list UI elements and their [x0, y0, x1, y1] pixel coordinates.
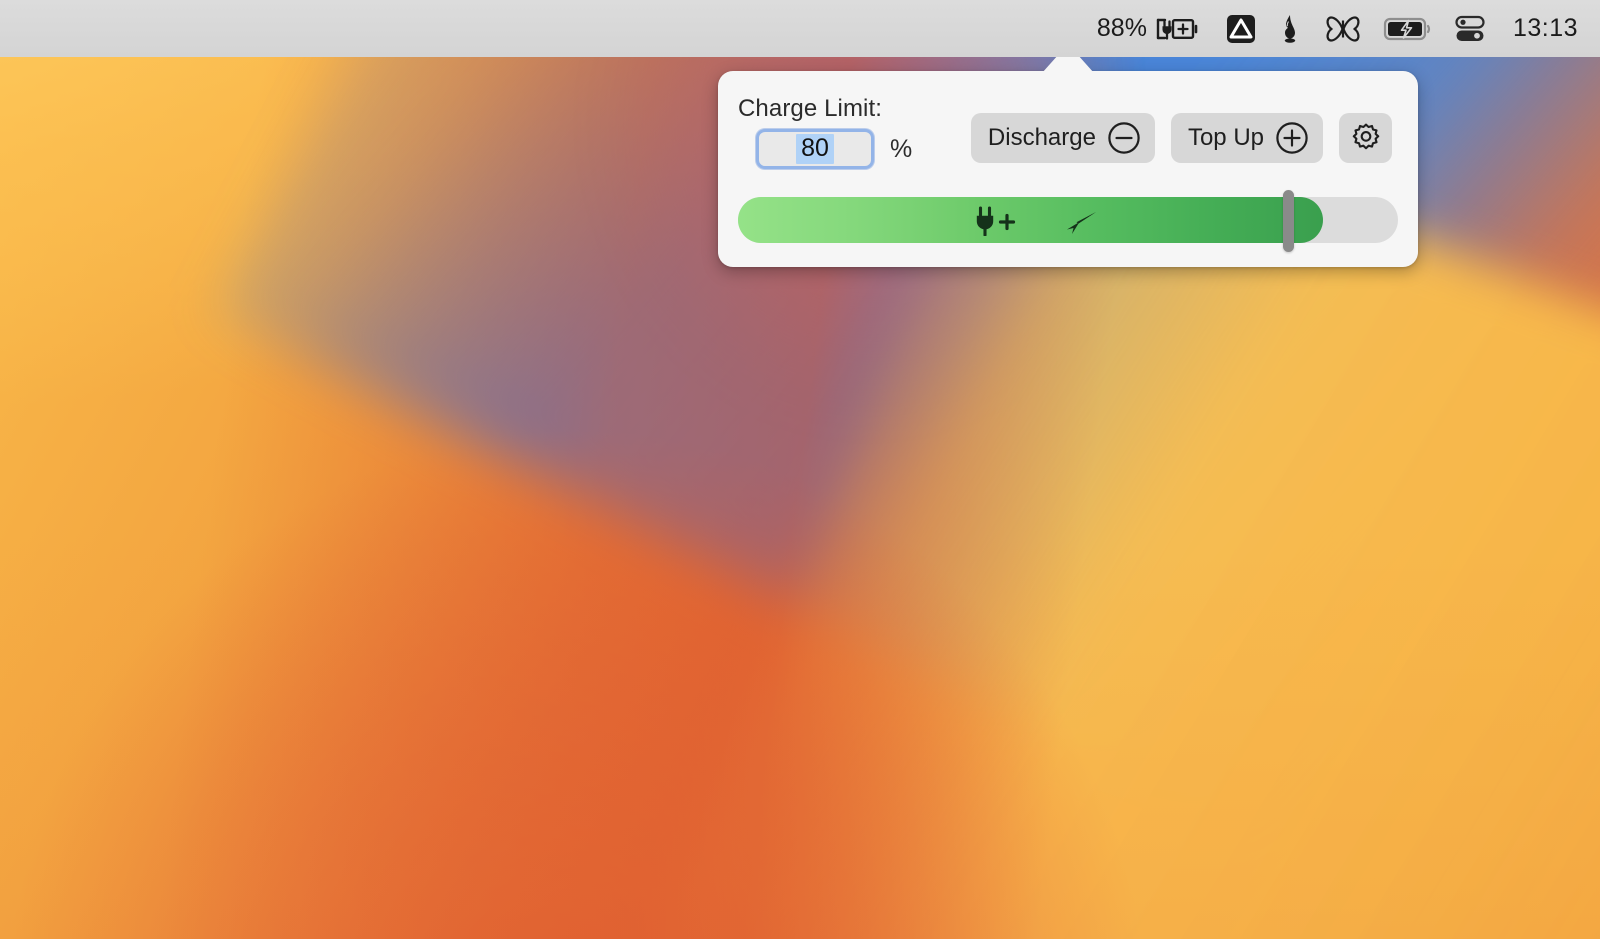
status-item-alttab[interactable]: [1215, 8, 1267, 50]
popover-action-buttons: Discharge Top Up: [970, 113, 1392, 163]
flame-drop-icon: [1284, 14, 1296, 43]
control-center-icon: [1455, 15, 1485, 41]
discharge-button[interactable]: Discharge: [970, 113, 1155, 163]
top-up-button[interactable]: Top Up: [1170, 113, 1323, 163]
popover-content: Charge Limit: 80 % Discharge Top Up: [718, 71, 1418, 267]
battery-percent-label: 88%: [1096, 14, 1147, 42]
menu-bar-clock[interactable]: 13:13: [1497, 8, 1582, 50]
butterfly-icon: [1326, 15, 1360, 42]
charge-limit-input[interactable]: 80: [756, 129, 874, 169]
charge-limit-slider[interactable]: [738, 190, 1398, 252]
plus-circle-icon: [1276, 122, 1308, 154]
menu-bar-status-items: 88% 13:13: [1087, 8, 1582, 50]
popover-top-row: Charge Limit: 80 % Discharge Top Up: [738, 95, 1392, 179]
status-item-control-center[interactable]: [1443, 8, 1497, 50]
slider-fill: [738, 197, 1323, 243]
status-item-battery-charging[interactable]: [1373, 8, 1443, 50]
slider-thumb[interactable]: [1283, 190, 1294, 252]
clock-label: 13:13: [1512, 14, 1578, 42]
status-item-battery-plug[interactable]: [1153, 8, 1215, 50]
charge-limit-value: 80: [796, 134, 834, 164]
minus-circle-icon: [1108, 122, 1140, 154]
battery-plug-plus-icon: [1156, 18, 1198, 40]
discharge-button-label: Discharge: [987, 124, 1096, 151]
top-up-button-label: Top Up: [1187, 124, 1264, 151]
alttab-triangle-icon: [1226, 14, 1255, 43]
gear-icon: [1352, 123, 1379, 150]
charge-limit-label: Charge Limit:: [738, 95, 883, 122]
status-item-butterfly[interactable]: [1313, 8, 1373, 50]
status-item-flame[interactable]: [1267, 8, 1313, 50]
status-item-battery-limit[interactable]: 88%: [1087, 8, 1153, 50]
charge-limit-popover: Charge Limit: 80 % Discharge Top Up: [718, 71, 1418, 267]
percent-symbol-label: %: [890, 135, 913, 163]
battery-charging-icon: [1383, 17, 1431, 40]
menu-bar: 88% 13:13: [0, 0, 1600, 57]
desktop-screen: 88% 13:13 Charge Limit: 80 % Discharge T…: [0, 0, 1600, 939]
settings-button[interactable]: [1339, 113, 1392, 163]
